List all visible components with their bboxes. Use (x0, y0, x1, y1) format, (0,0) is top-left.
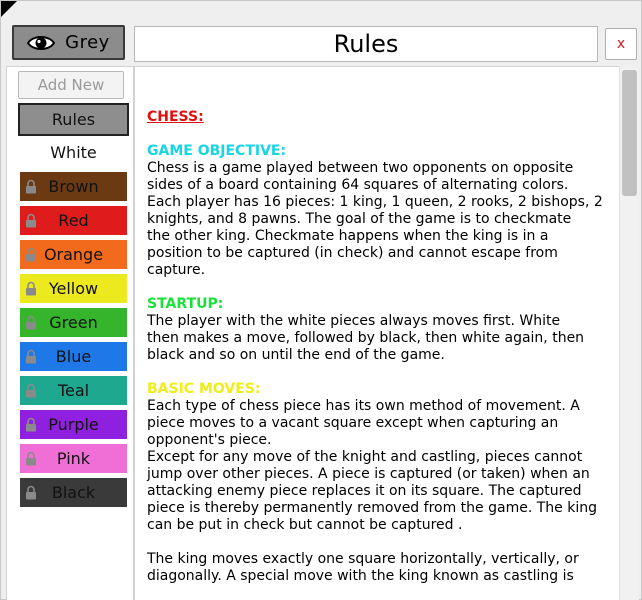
lock-icon (26, 213, 36, 228)
lock-icon (26, 349, 36, 364)
section-body: The player with the white pieces always … (147, 313, 585, 363)
sidebar-item-label: Orange (43, 245, 104, 264)
close-icon: x (616, 36, 626, 52)
sidebar-item-label: White (50, 143, 97, 162)
lock-icon (26, 315, 36, 330)
rules-text: CHESS: GAME OBJECTIVE: Chess is a game pl… (147, 109, 617, 585)
add-new-button[interactable]: Add New (18, 71, 124, 99)
window-corner-marker (1, 1, 17, 17)
sidebar-item-yellow[interactable]: Yellow (20, 274, 127, 303)
sidebar-item-label: Purple (48, 415, 99, 434)
lock-icon (26, 281, 36, 296)
section-body: Each type of chess piece has its own met… (147, 398, 597, 584)
lock-icon (26, 383, 36, 398)
lock-icon (26, 179, 36, 194)
sidebar-item-red[interactable]: Red (20, 206, 127, 235)
content-scrollbar[interactable] (619, 66, 639, 600)
chess-heading: CHESS: (147, 109, 204, 125)
sidebar-item-green[interactable]: Green (20, 308, 127, 337)
sidebar-item-orange[interactable]: Orange (20, 240, 127, 269)
page-title: Rules (333, 30, 399, 58)
rules-window: Grey Rules x Add New Rules White Brown Red O… (0, 0, 642, 600)
sidebar-item-label: Brown (48, 177, 99, 196)
section-heading: BASIC MOVES: (147, 381, 261, 397)
sidebar-item-label: Teal (57, 381, 90, 400)
sidebar-item-rules[interactable]: Rules (18, 103, 129, 136)
sidebar-item-label: Rules (51, 110, 96, 129)
sidebar-item-label: Blue (55, 347, 92, 366)
lock-icon (26, 485, 36, 500)
sidebar-item-label: Black (51, 483, 96, 502)
section-body: Chess is a game played between two oppon… (147, 160, 603, 278)
sidebar-item-teal[interactable]: Teal (20, 376, 127, 405)
close-button[interactable]: x (605, 28, 637, 60)
title-field: Rules (134, 26, 598, 62)
view-toggle-button[interactable]: Grey (12, 25, 125, 60)
eye-icon (27, 35, 56, 50)
sidebar-item-pink[interactable]: Pink (20, 444, 127, 473)
view-toggle-label: Grey (65, 32, 110, 53)
sidebar-item-label: Yellow (48, 279, 99, 298)
scrollbar-thumb[interactable] (622, 70, 637, 196)
section-heading: GAME OBJECTIVE: (147, 143, 287, 159)
section-heading: STARTUP: (147, 296, 224, 312)
lock-icon (26, 417, 36, 432)
sidebar-item-blue[interactable]: Blue (20, 342, 127, 371)
sidebar-item-label: Green (49, 313, 98, 332)
sidebar-item-brown[interactable]: Brown (20, 172, 127, 201)
sidebar-item-black[interactable]: Black (20, 478, 127, 507)
sidebar-item-purple[interactable]: Purple (20, 410, 127, 439)
lock-icon (26, 247, 36, 262)
rules-content[interactable]: CHESS: GAME OBJECTIVE: Chess is a game pl… (134, 66, 639, 600)
sidebar-item-white[interactable]: White (20, 138, 127, 167)
lock-icon (26, 451, 36, 466)
sidebar-item-label: Red (58, 211, 89, 230)
rules-sections: GAME OBJECTIVE: Chess is a game played be… (147, 143, 617, 585)
sidebar-item-label: Pink (56, 449, 91, 468)
